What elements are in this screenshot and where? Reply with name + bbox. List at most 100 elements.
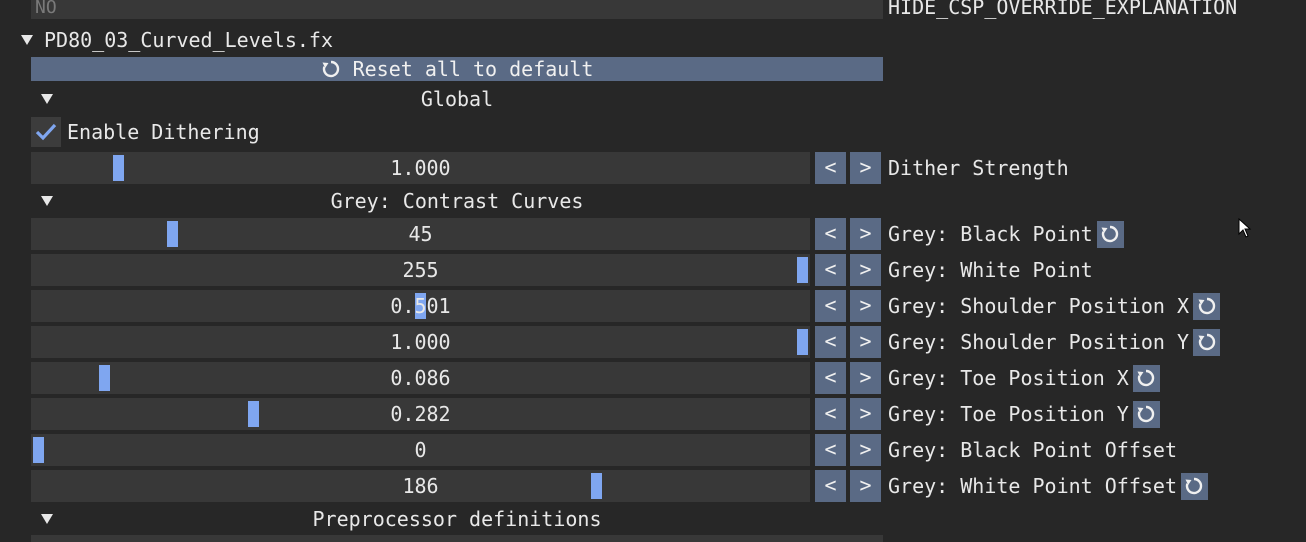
slider-label-text: Grey: Black Point bbox=[888, 222, 1093, 246]
increment-button[interactable]: > bbox=[850, 290, 881, 322]
slider-track[interactable]: 255 bbox=[31, 254, 810, 286]
reset-icon[interactable] bbox=[1180, 472, 1208, 500]
slider-label: Grey: White Point Offset bbox=[888, 470, 1208, 502]
slider-label: Dither Strength bbox=[888, 152, 1069, 184]
slider-value: 255 bbox=[402, 258, 439, 282]
slider-label-text: Grey: Toe Position X bbox=[888, 366, 1129, 390]
slider-label: Grey: Shoulder Position Y bbox=[888, 326, 1221, 358]
collapse-triangle-icon[interactable] bbox=[41, 196, 53, 206]
slider-label-text: Grey: Shoulder Position Y bbox=[888, 330, 1190, 354]
increment-button[interactable]: > bbox=[850, 152, 881, 184]
slider-row: 1.000 < > Grey: Shoulder Position Y bbox=[31, 326, 1306, 358]
slider-value: 0 bbox=[414, 438, 427, 462]
slider-label-text: Grey: White Point Offset bbox=[888, 474, 1177, 498]
increment-button[interactable]: > bbox=[850, 218, 881, 250]
preprocessor-content-edge bbox=[31, 535, 883, 542]
collapse-triangle-icon[interactable] bbox=[41, 514, 53, 524]
effect-name: PD80_03_Curved_Levels.fx bbox=[44, 28, 333, 52]
section-grey-contrast-curves[interactable]: Grey: Contrast Curves bbox=[31, 188, 883, 214]
slider-track[interactable]: 0.501 bbox=[31, 290, 810, 322]
section-preprocessor-definitions[interactable]: Preprocessor definitions bbox=[31, 506, 883, 532]
reset-icon[interactable] bbox=[1132, 364, 1160, 392]
slider-row: 0 < > Grey: Black Point Offset bbox=[31, 434, 1306, 466]
decrement-button[interactable]: < bbox=[815, 290, 846, 322]
checkbox-label: Enable Dithering bbox=[67, 120, 260, 144]
slider-track[interactable]: 0 bbox=[31, 434, 810, 466]
slider-row: 255 < > Grey: White Point bbox=[31, 254, 1306, 286]
decrement-button[interactable]: < bbox=[815, 470, 846, 502]
collapse-triangle-icon[interactable] bbox=[21, 35, 33, 45]
slider-grab[interactable] bbox=[167, 221, 178, 247]
slider-row: 0.501 < > Grey: Shoulder Position X bbox=[31, 290, 1306, 322]
slider-row: 186 < > Grey: White Point Offset bbox=[31, 470, 1306, 502]
slider-value: 186 bbox=[402, 474, 439, 498]
decrement-button[interactable]: < bbox=[815, 254, 846, 286]
section-title: Preprocessor definitions bbox=[312, 507, 602, 531]
slider-label: Grey: Black Point Offset bbox=[888, 434, 1177, 466]
slider-value: 1.000 bbox=[390, 156, 451, 180]
enable-dithering-row[interactable]: Enable Dithering bbox=[31, 117, 260, 147]
reset-all-label: Reset all to default bbox=[352, 57, 594, 81]
decrement-button[interactable]: < bbox=[815, 398, 846, 430]
effect-tree-node[interactable]: PD80_03_Curved_Levels.fx bbox=[0, 27, 333, 53]
increment-button[interactable]: > bbox=[850, 362, 881, 394]
increment-button[interactable]: > bbox=[850, 470, 881, 502]
slider-value: 0.086 bbox=[390, 366, 451, 390]
slider-grab[interactable] bbox=[797, 329, 808, 355]
top-combo-value[interactable]: NO bbox=[31, 0, 883, 19]
reset-icon bbox=[322, 60, 339, 78]
slider-label: Grey: Toe Position Y bbox=[888, 398, 1160, 430]
section-title: Grey: Contrast Curves bbox=[330, 189, 584, 213]
decrement-button[interactable]: < bbox=[815, 218, 846, 250]
increment-button[interactable]: > bbox=[850, 398, 881, 430]
decrement-button[interactable]: < bbox=[815, 434, 846, 466]
slider-label: Grey: Black Point bbox=[888, 218, 1124, 250]
slider-grab[interactable] bbox=[113, 155, 124, 181]
reset-all-button[interactable]: Reset all to default bbox=[31, 57, 883, 81]
slider-label-text: Grey: Shoulder Position X bbox=[888, 294, 1190, 318]
top-combo-label: HIDE_CSP_OVERRIDE_EXPLANATION bbox=[888, 0, 1238, 19]
slider-track[interactable]: 0.086 bbox=[31, 362, 810, 394]
section-title: Global bbox=[420, 87, 494, 111]
slider-row: 45 < > Grey: Black Point bbox=[31, 218, 1306, 250]
effect-settings-panel: NO HIDE_CSP_OVERRIDE_EXPLANATION PD80_03… bbox=[0, 0, 1306, 542]
enable-dithering-checkbox[interactable] bbox=[31, 117, 61, 147]
slider-label-text: Grey: White Point bbox=[888, 258, 1093, 282]
slider-grab[interactable] bbox=[415, 293, 426, 319]
reset-icon[interactable] bbox=[1132, 400, 1160, 428]
slider-track[interactable]: 1.000 bbox=[31, 326, 810, 358]
slider-grab[interactable] bbox=[99, 365, 110, 391]
reset-icon[interactable] bbox=[1193, 328, 1221, 356]
collapse-triangle-icon[interactable] bbox=[41, 94, 53, 104]
slider-label: Grey: Toe Position X bbox=[888, 362, 1160, 394]
increment-button[interactable]: > bbox=[850, 254, 881, 286]
slider-track[interactable]: 45 bbox=[31, 218, 810, 250]
slider-grab[interactable] bbox=[248, 401, 259, 427]
slider-label-text: Dither Strength bbox=[888, 156, 1069, 180]
slider-grab[interactable] bbox=[591, 473, 602, 499]
decrement-button[interactable]: < bbox=[815, 362, 846, 394]
slider-label-text: Grey: Toe Position Y bbox=[888, 402, 1129, 426]
decrement-button[interactable]: < bbox=[815, 326, 846, 358]
reset-icon[interactable] bbox=[1193, 292, 1221, 320]
decrement-button[interactable]: < bbox=[815, 152, 846, 184]
slider-grab[interactable] bbox=[797, 257, 808, 283]
slider-row: 0.086 < > Grey: Toe Position X bbox=[31, 362, 1306, 394]
slider-grab[interactable] bbox=[33, 437, 44, 463]
slider-track[interactable]: 0.282 bbox=[31, 398, 810, 430]
reset-icon[interactable] bbox=[1096, 220, 1124, 248]
increment-button[interactable]: > bbox=[850, 434, 881, 466]
checkmark-icon bbox=[35, 123, 57, 141]
slider-value: 45 bbox=[408, 222, 433, 246]
slider-row: 0.282 < > Grey: Toe Position Y bbox=[31, 398, 1306, 430]
slider-track[interactable]: 186 bbox=[31, 470, 810, 502]
section-global[interactable]: Global bbox=[31, 86, 883, 112]
slider-value: 0.282 bbox=[390, 402, 451, 426]
slider-row: 1.000 < > Dither Strength bbox=[31, 152, 1306, 184]
slider-label: Grey: Shoulder Position X bbox=[888, 290, 1221, 322]
mouse-cursor-icon bbox=[1238, 218, 1252, 238]
slider-track[interactable]: 1.000 bbox=[31, 152, 810, 184]
increment-button[interactable]: > bbox=[850, 326, 881, 358]
slider-value: 1.000 bbox=[390, 330, 451, 354]
slider-label-text: Grey: Black Point Offset bbox=[888, 438, 1177, 462]
